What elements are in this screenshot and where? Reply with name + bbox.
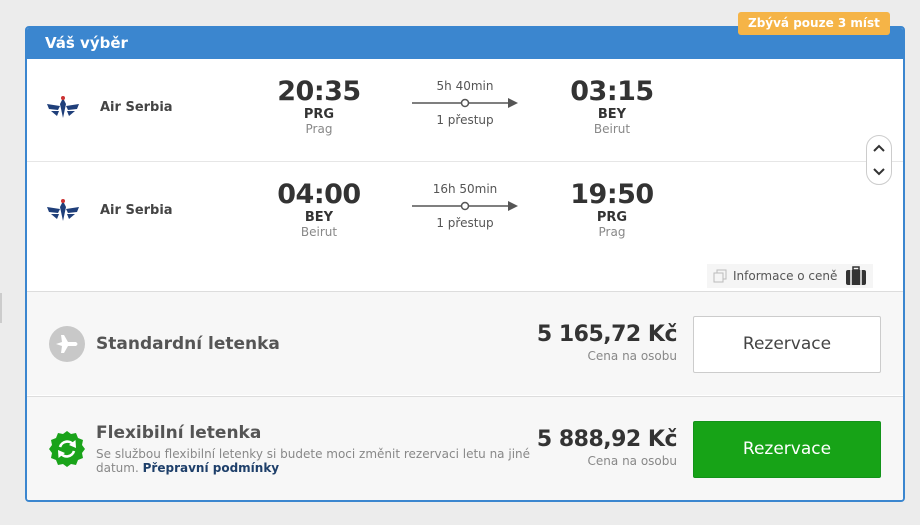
fare-row-flexible: Flexibilní letenka Se službou flexibilní… — [27, 396, 903, 500]
page-edge — [0, 293, 2, 323]
fare-price-block: 5 888,92 Kč Cena na osobu — [507, 427, 678, 469]
departure-block: 20:35 PRG Prag — [269, 77, 369, 137]
chevron-down-icon — [873, 168, 885, 176]
route-arrow-icon — [412, 98, 518, 108]
departure-code: BEY — [304, 210, 334, 225]
fare-price: 5 888,92 Kč — [536, 427, 678, 452]
arrival-block: 19:50 PRG Prag — [562, 180, 662, 240]
departure-city: Beirut — [300, 225, 338, 239]
departure-time: 04:00 — [277, 179, 361, 210]
arrival-city: Prag — [598, 225, 626, 239]
flight-scroll-control — [866, 135, 892, 185]
fare-title: Standardní letenka — [96, 334, 280, 354]
price-info-link[interactable]: Informace o ceně — [707, 264, 874, 288]
seats-left-badge: Zbývá pouze 3 míst — [738, 12, 890, 35]
arrival-block: 03:15 BEY Beirut — [562, 77, 662, 137]
flight-duration: 16h 50min — [432, 182, 498, 196]
refresh-icon — [49, 431, 85, 467]
transport-conditions-link[interactable]: Přepravní podmínky — [143, 461, 280, 475]
departure-block: 04:00 BEY Beirut — [269, 180, 369, 240]
route-info: 5h 40min 1 přestup — [410, 77, 520, 127]
fare-price-block: 5 165,72 Kč Cena na osobu — [507, 322, 678, 364]
airline-name: Air Serbia — [100, 203, 173, 218]
arrival-city: Beirut — [593, 122, 631, 136]
fare-row-standard: Standardní letenka 5 165,72 Kč Cena na o… — [27, 291, 903, 395]
airline-name: Air Serbia — [100, 100, 173, 115]
fare-title: Flexibilní letenka — [96, 423, 262, 443]
arrival-time: 19:50 — [570, 179, 654, 210]
fare-description: Se službou flexibilní letenky si budete … — [96, 447, 536, 475]
flight-stops: 1 přestup — [436, 113, 494, 127]
arrival-time: 03:15 — [570, 76, 654, 107]
scroll-up-button[interactable] — [867, 136, 891, 160]
copy-icon — [713, 269, 727, 283]
per-person-label: Cena na osobu — [587, 349, 677, 363]
route-arrow-icon — [412, 201, 518, 211]
departure-city: Prag — [305, 122, 333, 136]
air-serbia-eagle-icon — [47, 199, 79, 221]
fare-price: 5 165,72 Kč — [536, 322, 678, 347]
flight-duration: 5h 40min — [436, 79, 494, 93]
reserve-flexible-button[interactable]: Rezervace — [693, 421, 881, 478]
arrival-code: PRG — [596, 210, 628, 225]
selection-card: Váš výběr Air Serbia 20:35 PRG Prag 5h 4… — [25, 26, 905, 502]
arrival-code: BEY — [597, 107, 627, 122]
departure-time: 20:35 — [277, 76, 361, 107]
chevron-up-icon — [873, 144, 885, 152]
air-serbia-eagle-icon — [47, 96, 79, 118]
flight-row-return: Air Serbia 04:00 BEY Beirut 16h 50min 1 … — [27, 162, 903, 265]
flight-stops: 1 přestup — [436, 216, 494, 230]
plane-icon — [49, 326, 85, 362]
flight-row-outbound: Air Serbia 20:35 PRG Prag 5h 40min 1 pře… — [27, 59, 903, 162]
departure-code: PRG — [303, 107, 335, 122]
price-info-label: Informace o ceně — [733, 269, 838, 283]
scroll-down-button[interactable] — [867, 160, 891, 184]
route-info: 16h 50min 1 přestup — [410, 180, 520, 230]
luggage-icon — [846, 266, 867, 285]
per-person-label: Cena na osobu — [587, 454, 677, 468]
reserve-standard-button[interactable]: Rezervace — [693, 316, 881, 373]
